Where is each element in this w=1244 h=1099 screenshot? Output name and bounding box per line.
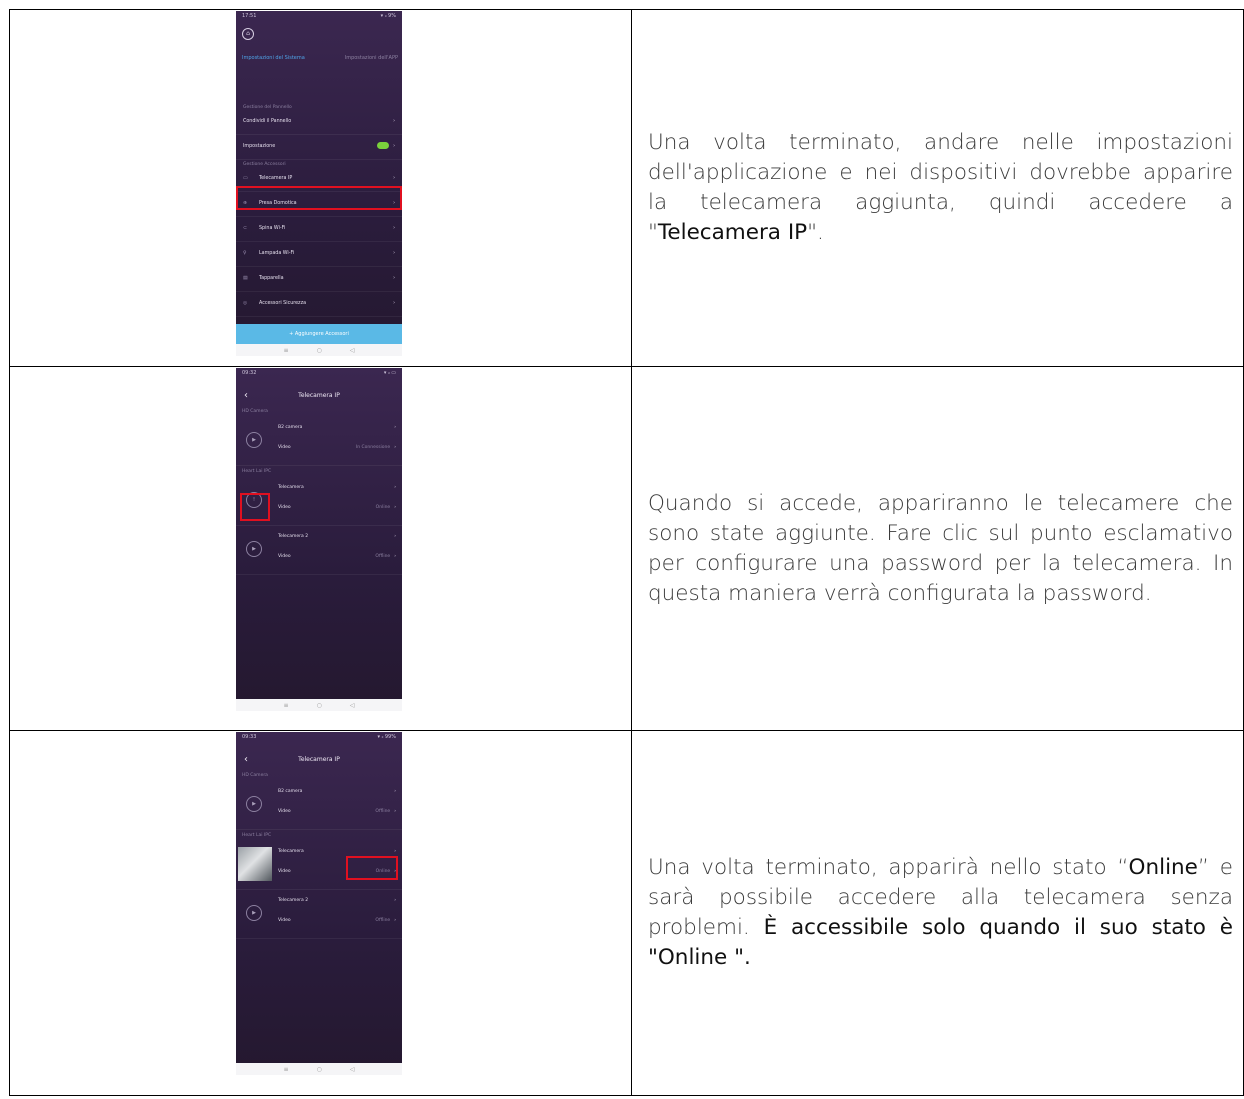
instruction-table: 17:51 ▾ ᵢₗ 9% ⌂ Impostazioni del Sistema … — [9, 9, 1244, 1096]
highlight-box — [240, 493, 270, 521]
lamp-icon: ♀ — [243, 251, 247, 256]
status-icons: ▾ ᵢₗ 99% — [377, 734, 396, 740]
description-3: Una volta terminato, apparirà nello stat… — [648, 855, 1234, 970]
home-icon[interactable]: ⌂ — [242, 28, 254, 40]
camera-item[interactable]: ▶ Telecamera 2 › Video Offline › — [236, 526, 402, 575]
chevron-right-icon: › — [393, 251, 395, 256]
phone-screenshot-settings: 17:51 ▾ ᵢₗ 9% ⌂ Impostazioni del Sistema … — [236, 11, 402, 356]
shield-icon: ◎ — [243, 301, 248, 306]
home-nav-icon: ○ — [316, 346, 322, 354]
menu-wifi-lamp[interactable]: ♀ Lampada Wi-Fi › — [236, 242, 402, 267]
section-accessories: Gestione Accessori — [243, 162, 286, 167]
highlight-box — [346, 856, 398, 880]
text-cell-3: Una volta terminato, apparirà nello stat… — [631, 730, 1244, 1096]
screen-title: Telecamera IP — [298, 391, 340, 399]
group-hd-camera: HD Camera — [242, 409, 268, 414]
screenshot-cell-3: 09:33 ▾ ᵢₗ 99% ‹ Telecamera IP HD Camera ▶… — [9, 730, 632, 1096]
menu-settings[interactable]: Impostazione › — [236, 135, 402, 160]
camera-thumbnail[interactable] — [238, 847, 272, 881]
screenshot-cell-2: 09:32 ▾ ᵢₗ ▭ ‹ Telecamera IP HD Camera ▶ B… — [9, 366, 632, 731]
text-cell-1: Una volta terminato, andare nelle impost… — [631, 9, 1244, 367]
menu-icon: ≡ — [283, 346, 289, 354]
group-heartlai: Heart Lai IPC — [242, 833, 272, 838]
android-nav-bar: ≡ ○ ◁ — [236, 699, 402, 711]
android-nav-bar: ≡ ○ ◁ — [236, 344, 402, 356]
back-icon[interactable]: ‹ — [244, 390, 248, 401]
toggle-switch[interactable] — [377, 142, 390, 149]
tab-system-settings[interactable]: Impostazioni del Sistema — [242, 55, 305, 61]
chevron-right-icon: › — [393, 276, 395, 281]
play-icon[interactable]: ▶ — [246, 796, 262, 812]
screenshot-cell-1: 17:51 ▾ ᵢₗ 9% ⌂ Impostazioni del Sistema … — [9, 9, 632, 367]
menu-share-panel[interactable]: Condividi il Pannello › — [236, 110, 402, 135]
highlight-box — [236, 186, 402, 210]
status-time: 17:51 — [242, 13, 257, 19]
description-1: Una volta terminato, andare nelle impost… — [648, 130, 1233, 245]
play-icon[interactable]: ▶ — [246, 432, 262, 448]
play-icon[interactable]: ▶ — [246, 905, 262, 921]
group-hd-camera: HD Camera — [242, 773, 268, 778]
camera-item[interactable]: ▶ B2 camera › Video In Connessione › — [236, 417, 402, 466]
menu-shutter[interactable]: ▤ Tapparella › — [236, 267, 402, 292]
text-cell-2: Quando si accede, appariranno le telecam… — [631, 366, 1244, 731]
status-time: 09:32 — [242, 370, 257, 376]
status-icons: ▾ ᵢₗ 9% — [380, 13, 396, 19]
menu-security-accessories[interactable]: ◎ Accessori Sicurezza › — [236, 292, 402, 317]
shutter-icon: ▤ — [243, 276, 248, 281]
play-icon[interactable]: ▶ — [246, 541, 262, 557]
chevron-right-icon: › — [393, 144, 395, 149]
camera-item[interactable]: ▶ Telecamera 2 › Video Offline › — [236, 890, 402, 939]
phone-screenshot-camera-online: 09:33 ▾ ᵢₗ 99% ‹ Telecamera IP HD Camera ▶… — [236, 732, 402, 1075]
tab-app-settings[interactable]: Impostazioni dell'APP — [345, 55, 398, 61]
back-nav-icon: ◁ — [349, 346, 355, 354]
description-2: Quando si accede, appariranno le telecam… — [648, 490, 1233, 606]
chevron-right-icon: › — [393, 301, 395, 306]
chevron-right-icon: › — [393, 226, 395, 231]
phone-screenshot-camera-list: 09:32 ▾ ᵢₗ ▭ ‹ Telecamera IP HD Camera ▶ B… — [236, 368, 402, 711]
plug-icon: ⊂ — [243, 226, 248, 231]
status-time: 09:33 — [242, 734, 257, 740]
camera-item[interactable]: ▶ B2 camera › Video Offline › — [236, 781, 402, 830]
status-icons: ▾ ᵢₗ ▭ — [383, 370, 396, 376]
android-nav-bar: ≡ ○ ◁ — [236, 1063, 402, 1075]
add-accessories-button[interactable]: + Aggiungere Accessori — [236, 324, 402, 344]
screen-title: Telecamera IP — [298, 755, 340, 763]
back-icon[interactable]: ‹ — [244, 754, 248, 765]
group-heartlai: Heart Lai IPC — [242, 469, 272, 474]
chevron-right-icon: › — [393, 119, 395, 124]
menu-wifi-plug[interactable]: ⊂ Spina Wi-Fi › — [236, 217, 402, 242]
